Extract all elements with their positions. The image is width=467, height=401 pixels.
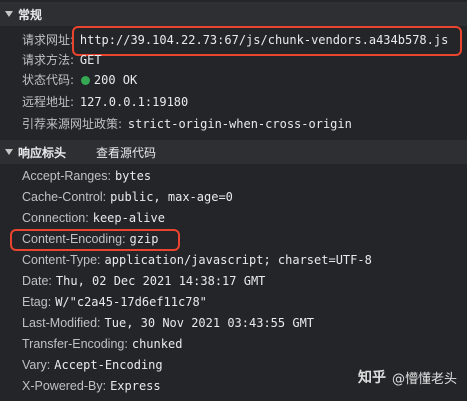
response-header-row: Cache-Control: public, max-age=0 xyxy=(22,187,233,207)
status-code-row: 状态代码: 200 OK xyxy=(22,70,137,90)
response-header-value[interactable]: Express xyxy=(110,379,161,393)
collapse-triangle-icon[interactable] xyxy=(5,11,13,17)
response-header-row: Connection: keep-alive xyxy=(22,208,165,228)
response-header-value[interactable]: chunked xyxy=(132,337,183,351)
status-code-label: 状态代码: xyxy=(22,73,75,87)
response-header-value[interactable]: Tue, 30 Nov 2021 03:43:55 GMT xyxy=(105,316,315,330)
response-header-name: Vary: xyxy=(22,358,51,372)
content-encoding-highlight xyxy=(10,229,180,251)
response-header-value[interactable]: public, max-age=0 xyxy=(110,190,233,204)
response-header-value[interactable]: bytes xyxy=(115,169,151,183)
request-url-highlight xyxy=(72,26,462,56)
collapse-triangle-icon[interactable] xyxy=(5,149,13,155)
headers-panel: 常规 请求网址: http://39.104.22.73:67/js/chunk… xyxy=(0,0,467,401)
response-header-value[interactable]: application/javascript; charset=UTF-8 xyxy=(105,253,372,267)
response-header-name: Etag: xyxy=(22,295,52,309)
remote-address-row: 远程地址: 127.0.0.1:19180 xyxy=(22,92,188,112)
remote-address-label: 远程地址: xyxy=(22,95,75,109)
response-header-name: Last-Modified: xyxy=(22,316,101,330)
request-url-label: 请求网址: xyxy=(22,33,75,47)
response-header-name: Transfer-Encoding: xyxy=(22,337,128,351)
request-method-row: 请求方法: GET xyxy=(22,50,102,70)
status-code-value[interactable]: 200 OK xyxy=(94,73,137,87)
zhihu-logo: 知乎 xyxy=(357,370,386,386)
response-header-value[interactable]: keep-alive xyxy=(93,211,165,225)
remote-address-value[interactable]: 127.0.0.1:19180 xyxy=(80,95,188,109)
response-header-row: X-Powered-By: Express xyxy=(22,376,161,396)
response-header-name: Content-Type: xyxy=(22,253,101,267)
response-headers-title: 响应标头 xyxy=(18,145,67,160)
referrer-policy-row: 引荐来源网址政策: strict-origin-when-cross-origi… xyxy=(22,114,352,134)
watermark-author: @懵懂老头 xyxy=(391,371,457,387)
general-section-title: 常规 xyxy=(18,7,43,22)
response-header-row: Vary: Accept-Encoding xyxy=(22,355,163,375)
response-header-name: X-Powered-By: xyxy=(22,379,107,393)
request-method-value[interactable]: GET xyxy=(80,53,102,67)
general-section-header[interactable]: 常规 xyxy=(0,2,467,26)
view-source-link[interactable]: 查看源代码 xyxy=(96,144,156,161)
response-header-value[interactable]: Thu, 02 Dec 2021 14:38:17 GMT xyxy=(56,274,266,288)
response-header-value[interactable]: W/"c2a45-17d6ef11c78" xyxy=(55,295,207,309)
response-header-row: Content-Type: application/javascript; cha… xyxy=(22,250,372,270)
response-headers-section-header[interactable]: 响应标头 查看源代码 xyxy=(0,140,467,164)
response-header-value[interactable]: Accept-Encoding xyxy=(54,358,162,372)
response-header-row: Transfer-Encoding: chunked xyxy=(22,334,182,354)
response-header-name: Accept-Ranges: xyxy=(22,169,111,183)
response-header-row: Etag: W/"c2a45-17d6ef11c78" xyxy=(22,292,207,312)
response-header-name: Date: xyxy=(22,274,52,288)
response-header-name: Connection: xyxy=(22,211,89,225)
response-header-row: Last-Modified: Tue, 30 Nov 2021 03:43:55 … xyxy=(22,313,314,333)
request-method-label: 请求方法: xyxy=(22,53,75,67)
response-header-row: Accept-Ranges: bytes xyxy=(22,166,151,186)
referrer-policy-value[interactable]: strict-origin-when-cross-origin xyxy=(128,117,352,131)
response-header-row: Date: Thu, 02 Dec 2021 14:38:17 GMT xyxy=(22,271,265,291)
response-header-name: Cache-Control: xyxy=(22,190,107,204)
status-ok-icon xyxy=(80,76,90,85)
zhihu-watermark: 知乎 @懵懂老头 xyxy=(358,367,457,387)
referrer-policy-label: 引荐来源网址政策: xyxy=(22,117,123,131)
